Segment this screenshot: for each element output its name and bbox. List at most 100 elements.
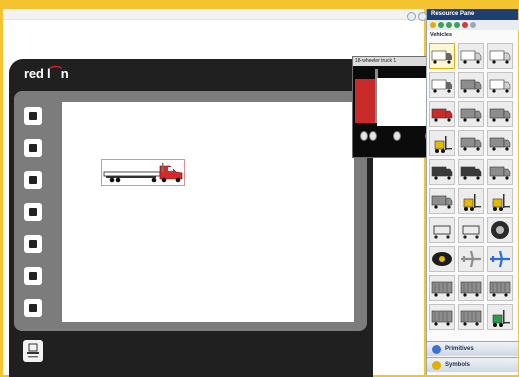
soft-key-1[interactable]: [24, 107, 42, 125]
options-icon[interactable]: [470, 22, 476, 28]
tile-truck-gray[interactable]: [458, 101, 484, 127]
wheel-dark-icon: [491, 221, 509, 239]
tank-truck-gray-icon: [460, 137, 482, 151]
forward-icon[interactable]: [446, 22, 452, 28]
tile-airplane-blue[interactable]: [487, 246, 513, 272]
placed-truck-widget[interactable]: [101, 159, 185, 186]
truck-cab-preview: [355, 79, 377, 123]
tile-railcar-gray[interactable]: [429, 304, 455, 330]
tire-dark-icon: [432, 252, 452, 266]
tile-semi-truck-white[interactable]: [429, 43, 455, 69]
section-symbols[interactable]: Symbols: [427, 357, 518, 372]
tile-wheel-dark[interactable]: [487, 217, 513, 243]
forklift-yellow-icon: [492, 194, 510, 211]
truck-gray-icon: [431, 195, 453, 209]
delete-icon[interactable]: [462, 22, 468, 28]
semi-truck-white-icon: [431, 50, 452, 64]
tile-railcar-gray[interactable]: [458, 275, 484, 301]
tile-forklift-yellow[interactable]: [458, 188, 484, 214]
soft-key-7[interactable]: [24, 299, 42, 317]
back-icon[interactable]: [438, 22, 444, 28]
tile-dump-truck-dark[interactable]: [429, 159, 455, 185]
logo-text-right: n: [60, 66, 69, 81]
tile-railcar-gray[interactable]: [458, 304, 484, 330]
red-lion-logo: red l⁀n: [24, 63, 69, 85]
tile-railcar-gray[interactable]: [429, 275, 455, 301]
tile-semi-truck-white[interactable]: [429, 72, 455, 98]
folder-icon[interactable]: [430, 22, 436, 28]
semi-truck-white-icon: [431, 79, 452, 93]
tile-truck-dark[interactable]: [458, 159, 484, 185]
tile-box-truck-white[interactable]: [487, 43, 513, 69]
category-label: Vehicles: [430, 32, 453, 38]
canvas-header-strip: [3, 9, 424, 20]
tile-railcar-gray[interactable]: [487, 275, 513, 301]
tile-box-truck-gray[interactable]: [487, 159, 513, 185]
railcar-gray-icon: [460, 310, 482, 326]
airplane-blue-icon: [490, 250, 510, 268]
box-truck-gray-icon: [489, 166, 511, 180]
railcar-gray-icon: [431, 310, 453, 326]
tile-forklift-green[interactable]: [487, 304, 513, 330]
tile-pickup-gray[interactable]: [487, 130, 513, 156]
forklift-yellow-icon: [434, 136, 452, 153]
truck-red-icon: [431, 108, 453, 122]
box-truck-white-icon: [489, 50, 511, 64]
up-icon[interactable]: [454, 22, 460, 28]
section-label: Symbols: [445, 362, 471, 368]
window-controls: [407, 12, 427, 21]
trolley-gray-icon: [462, 225, 480, 239]
tile-truck-gray[interactable]: [429, 188, 455, 214]
soft-key-2[interactable]: [24, 139, 42, 157]
resource-pane-toolbar: [427, 20, 519, 30]
primitives-icon: [432, 345, 441, 354]
tile-cart-gray[interactable]: [429, 217, 455, 243]
hmi-device-frame: red l⁀n: [9, 59, 373, 377]
railcar-gray-icon: [460, 281, 482, 297]
tile-tank-truck-gray[interactable]: [458, 130, 484, 156]
soft-key-6[interactable]: [24, 267, 42, 285]
tile-airplane-gray[interactable]: [458, 246, 484, 272]
railcar-gray-icon: [489, 281, 511, 297]
forklift-green-icon: [492, 310, 510, 327]
vehicle-tile-grid: [429, 43, 515, 330]
soft-key-5[interactable]: [24, 235, 42, 253]
resource-pane: Resource Pane Vehicles Primitives Symbol…: [426, 9, 519, 375]
logo-swoosh-icon: ⁀: [50, 66, 61, 81]
tile-truck-red[interactable]: [429, 101, 455, 127]
box-truck-white-icon: [460, 50, 482, 64]
airplane-gray-icon: [461, 250, 481, 268]
tile-box-truck-white[interactable]: [487, 72, 513, 98]
hmi-display-screen[interactable]: [62, 102, 354, 322]
forklift-yellow-icon: [463, 194, 481, 211]
tile-box-truck-gray[interactable]: [458, 72, 484, 98]
preview-wheel: [393, 131, 401, 141]
tile-forklift-yellow[interactable]: [429, 130, 455, 156]
truck-gray-icon: [460, 108, 482, 122]
soft-key-4[interactable]: [24, 203, 42, 221]
soft-key-3[interactable]: [24, 171, 42, 189]
dump-truck-dark-icon: [431, 166, 453, 180]
preview-wheel: [369, 131, 377, 141]
truck-dark-icon: [460, 166, 482, 180]
preview-wheel: [360, 131, 368, 141]
box-truck-white-icon: [489, 79, 511, 93]
minimize-icon[interactable]: [407, 12, 416, 21]
section-primitives[interactable]: Primitives: [427, 341, 518, 356]
tile-forklift-yellow[interactable]: [487, 188, 513, 214]
menu-key-icon: [27, 343, 39, 358]
tile-truck-gray[interactable]: [487, 101, 513, 127]
cart-gray-icon: [433, 225, 451, 239]
truck-gray-icon: [489, 108, 511, 122]
resource-pane-title: Resource Pane: [427, 9, 518, 20]
box-truck-gray-icon: [460, 79, 482, 93]
symbols-icon: [432, 361, 441, 370]
menu-key[interactable]: [23, 340, 43, 362]
pickup-gray-icon: [489, 137, 511, 151]
section-label: Primitives: [445, 346, 474, 352]
tile-trolley-gray[interactable]: [458, 217, 484, 243]
logo-text-left: red l: [24, 66, 51, 81]
tile-tire-dark[interactable]: [429, 246, 455, 272]
semi-truck-icon: [103, 163, 183, 183]
tile-box-truck-white[interactable]: [458, 43, 484, 69]
